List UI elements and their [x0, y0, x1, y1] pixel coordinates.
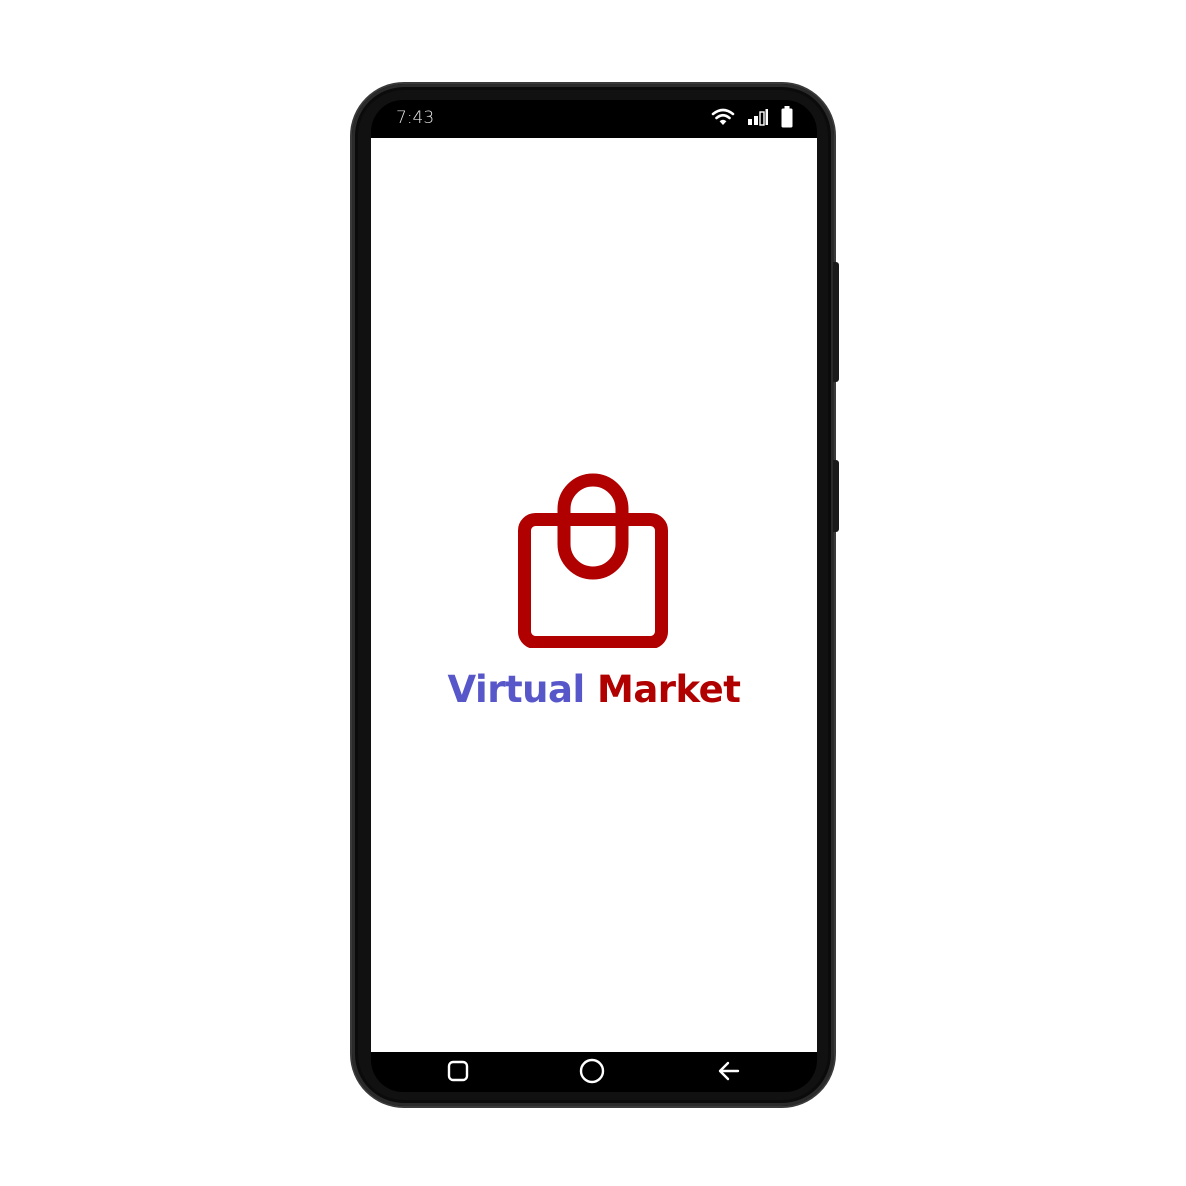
app-title-market: Market: [597, 668, 741, 711]
volume-button: [833, 262, 839, 382]
recents-icon: [447, 1060, 469, 1087]
signal-icon: [747, 108, 769, 131]
shopping-bag-icon: [518, 472, 668, 649]
battery-icon: [781, 105, 793, 133]
status-bar: 7:43: [371, 100, 817, 138]
app-title: Virtual Market: [371, 668, 817, 711]
navigation-bar: [371, 1052, 817, 1092]
status-icons: [711, 105, 793, 133]
recents-button[interactable]: [443, 1058, 473, 1088]
back-button[interactable]: [714, 1058, 744, 1088]
app-title-virtual: Virtual: [447, 668, 586, 711]
power-button: [833, 460, 839, 532]
status-time: 7:43: [396, 108, 435, 128]
home-icon: [579, 1058, 605, 1089]
home-button[interactable]: [577, 1058, 607, 1088]
back-icon: [717, 1060, 741, 1087]
splash-screen: Virtual Market: [371, 138, 817, 1052]
wifi-icon: [711, 107, 735, 132]
